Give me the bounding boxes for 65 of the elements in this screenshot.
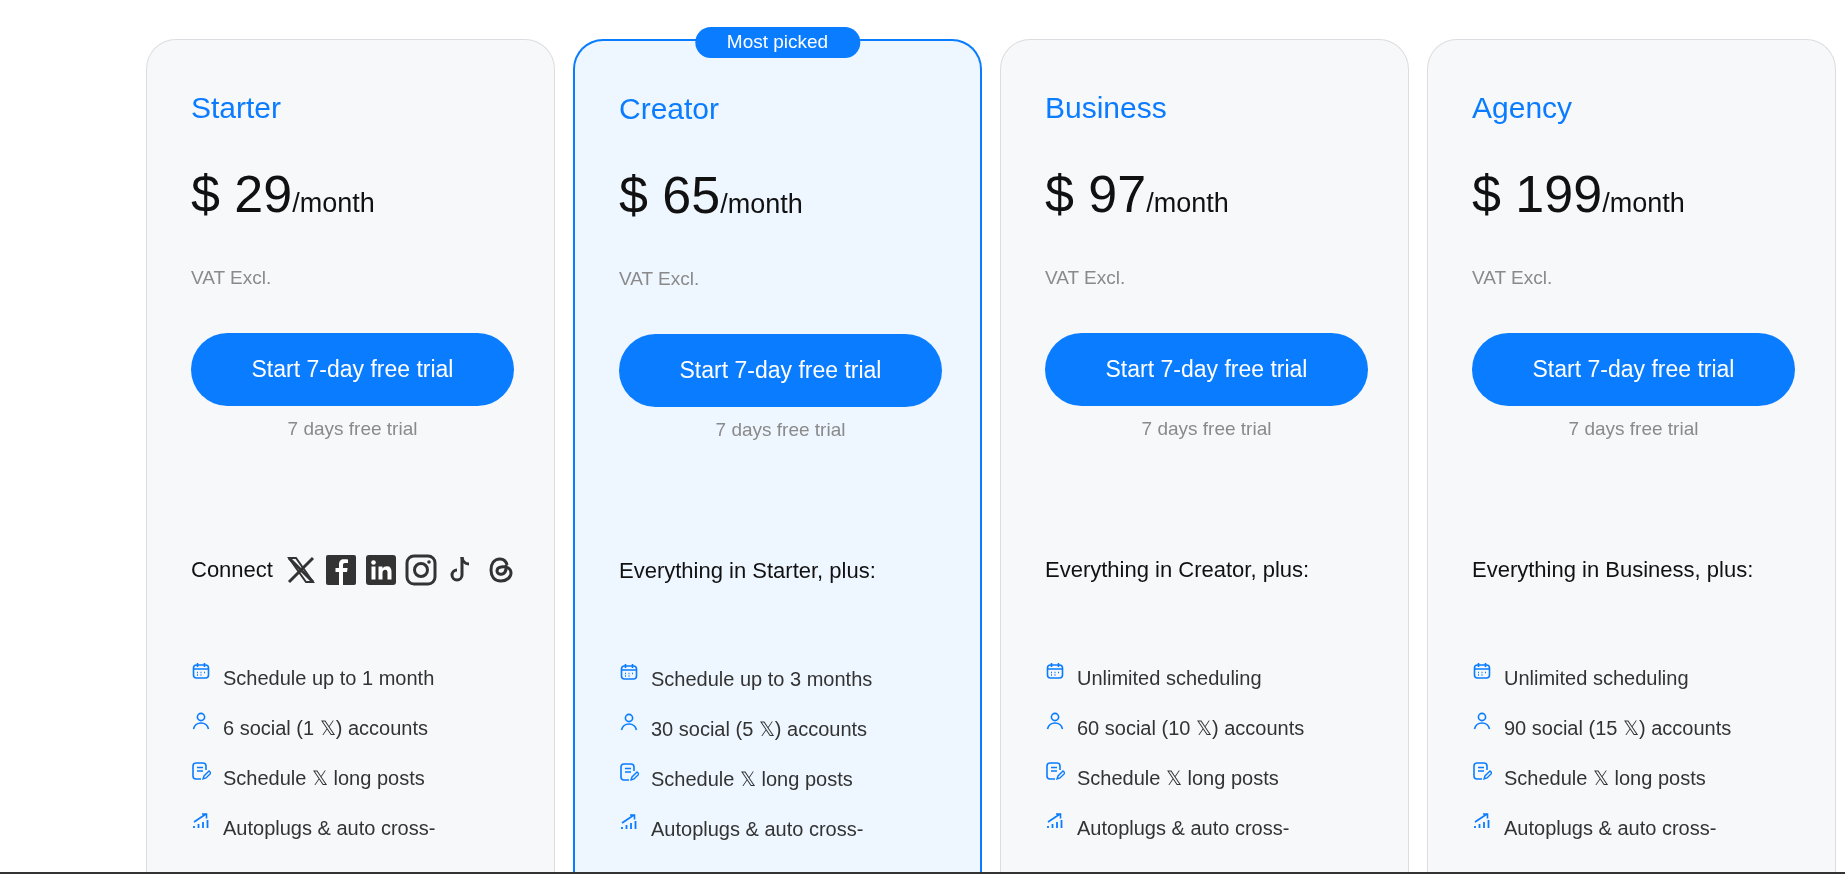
user-icon	[1472, 711, 1492, 731]
connect-label: Connect	[191, 556, 273, 585]
plan-name: Starter	[191, 90, 283, 126]
post-edit-icon	[1045, 761, 1065, 781]
feature-text: Schedule 𝕏 long posts	[1077, 766, 1279, 791]
post-edit-icon	[1472, 761, 1492, 781]
feature-text: Autoplugs & auto cross-	[1504, 816, 1717, 841]
feature-text: Schedule 𝕏 long posts	[1504, 766, 1706, 791]
feature-text: Unlimited scheduling	[1077, 666, 1262, 691]
calendar-icon	[619, 662, 639, 682]
vat-note: VAT Excl.	[191, 266, 273, 290]
start-trial-button[interactable]: Start 7-day free trial	[191, 333, 514, 406]
facebook-icon	[324, 554, 357, 586]
start-trial-button[interactable]: Start 7-day free trial	[619, 334, 942, 407]
price-amount: $ 97	[1045, 164, 1147, 224]
plan-name: Creator	[619, 91, 721, 127]
calendar-icon	[191, 661, 211, 681]
user-icon	[191, 711, 211, 731]
x-logo-icon	[284, 554, 317, 586]
linkedin-icon	[364, 554, 397, 586]
growth-chart-icon	[1045, 811, 1065, 831]
instagram-icon	[404, 554, 437, 586]
trial-note: 7 days free trial	[1567, 417, 1700, 441]
user-icon	[619, 712, 639, 732]
feature-text: Schedule up to 3 months	[651, 667, 873, 692]
vat-note: VAT Excl.	[1472, 266, 1554, 290]
post-edit-icon	[619, 762, 639, 782]
feature-text: Unlimited scheduling	[1504, 666, 1689, 691]
plan-includes-text: Everything in Business, plus:	[1472, 556, 1754, 585]
plan-includes-text: Everything in Creator, plus:	[1045, 556, 1310, 585]
growth-chart-icon	[191, 811, 211, 831]
feature-text: 30 social (5 𝕏) accounts	[651, 717, 868, 742]
price-amount: $ 29	[191, 164, 293, 224]
trial-note: 7 days free trial	[714, 418, 847, 442]
calendar-icon	[1472, 661, 1492, 681]
feature-text: Autoplugs & auto cross-	[651, 817, 864, 842]
trial-note: 7 days free trial	[1140, 417, 1273, 441]
feature-text: Autoplugs & auto cross-	[223, 816, 436, 841]
feature-text: 90 social (15 𝕏) accounts	[1504, 716, 1732, 741]
feature-text: 60 social (10 𝕏) accounts	[1077, 716, 1305, 741]
vat-note: VAT Excl.	[1045, 266, 1127, 290]
price-amount: $ 65	[619, 165, 721, 225]
feature-text: Autoplugs & auto cross-	[1077, 816, 1290, 841]
feature-text: 6 social (1 𝕏) accounts	[223, 716, 428, 741]
plan-includes-text: Everything in Starter, plus:	[619, 557, 876, 586]
price-period: /month	[1146, 188, 1229, 220]
price-period: /month	[1602, 188, 1685, 220]
feature-text: Schedule up to 1 month	[223, 666, 435, 691]
growth-chart-icon	[619, 812, 639, 832]
price-period: /month	[292, 188, 375, 220]
calendar-icon	[1045, 661, 1065, 681]
start-trial-button[interactable]: Start 7-day free trial	[1045, 333, 1368, 406]
trial-note: 7 days free trial	[286, 417, 419, 441]
post-edit-icon	[191, 761, 211, 781]
vat-note: VAT Excl.	[619, 267, 701, 291]
feature-text: Schedule 𝕏 long posts	[651, 767, 853, 792]
user-icon	[1045, 711, 1065, 731]
growth-chart-icon	[1472, 811, 1492, 831]
plan-name: Agency	[1472, 90, 1574, 126]
price-period: /month	[720, 189, 803, 221]
plan-name: Business	[1045, 90, 1168, 126]
feature-text: Schedule 𝕏 long posts	[223, 766, 425, 791]
start-trial-button[interactable]: Start 7-day free trial	[1472, 333, 1795, 406]
most-picked-badge: Most picked	[694, 27, 861, 58]
price-amount: $ 199	[1472, 164, 1603, 224]
